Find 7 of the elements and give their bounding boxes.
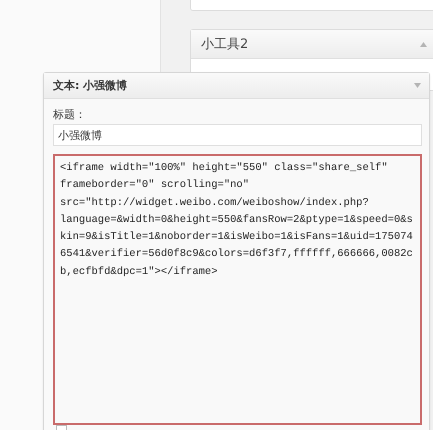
caret-icon[interactable] [414,83,421,88]
widget-title[interactable]: 文本: 小强微博 [53,78,128,93]
title-input-field[interactable]: 小强微博 [53,124,422,146]
caret-icon[interactable] [420,42,427,46]
code-textarea[interactable]: <iframe width="100%" height="550" class="share_self" frameborder="0" scrolling="no" src="http://widget.weibo.com/weiboshow/index.php?language=&width=0&height=550&fansRow=2&ptype=1&speed=0&skin=9&isTitle=1&noborder=1&isWeibo=1&isFans=1&uid=1750746541&verifier=56d0f8c9&colors=d6f3f7,ffffff,666666,0082cb,ecfbfd&dpc=1"></iframe> [53,154,422,425]
widget-title[interactable]: 小工具2 [201,35,248,53]
field-label: 标题： [53,107,87,122]
